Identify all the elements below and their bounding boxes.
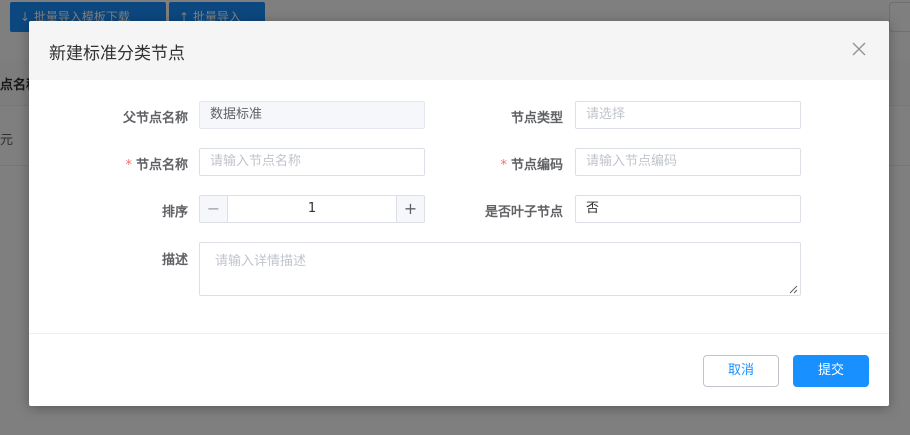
node-code-label-text: 节点编码 bbox=[510, 158, 563, 173]
node-name-field[interactable]: 请输入节点名称 bbox=[199, 148, 425, 176]
cancel-button[interactable]: 取消 bbox=[703, 355, 779, 387]
decrement-button[interactable]: − bbox=[200, 196, 228, 222]
node-type-select[interactable]: 请选择 bbox=[575, 101, 801, 129]
node-name-label: * 节点名称 bbox=[125, 154, 188, 173]
is-leaf-select[interactable]: 否 bbox=[575, 195, 801, 223]
description-label: 描述 bbox=[161, 253, 188, 268]
node-code-label: * 节点编码 bbox=[500, 154, 563, 173]
node-code-field[interactable]: 请输入节点编码 bbox=[575, 148, 801, 176]
create-node-dialog: 新建标准分类节点 父节点名称 数据标准 节点类型 请选择 * 节点名称 请输入节点… bbox=[29, 21, 889, 406]
node-type-label: 节点类型 bbox=[510, 111, 563, 126]
submit-button[interactable]: 提交 bbox=[793, 355, 869, 387]
required-mark: * bbox=[125, 158, 132, 173]
footer-divider bbox=[29, 333, 889, 334]
resize-handle-icon[interactable] bbox=[788, 283, 798, 294]
sort-label: 排序 bbox=[161, 205, 188, 220]
dialog-title: 新建标准分类节点 bbox=[49, 44, 185, 64]
sort-stepper[interactable]: − 1 + bbox=[199, 195, 425, 223]
dialog-header: 新建标准分类节点 bbox=[29, 21, 889, 80]
description-placeholder: 请输入详情描述 bbox=[215, 254, 307, 269]
description-textarea[interactable]: 请输入详情描述 bbox=[199, 242, 801, 296]
parent-node-name-field[interactable]: 数据标准 bbox=[199, 101, 425, 129]
increment-button[interactable]: + bbox=[396, 196, 424, 222]
node-name-label-text: 节点名称 bbox=[135, 158, 188, 173]
node-form: 父节点名称 数据标准 节点类型 请选择 * 节点名称 请输入节点名称 * 节点编码 … bbox=[29, 80, 889, 332]
sort-value[interactable]: 1 bbox=[228, 196, 396, 222]
is-leaf-label: 是否叶子节点 bbox=[484, 205, 563, 220]
parent-node-name-label: 父节点名称 bbox=[122, 111, 188, 126]
required-mark: * bbox=[500, 158, 507, 173]
close-icon[interactable] bbox=[851, 41, 867, 57]
